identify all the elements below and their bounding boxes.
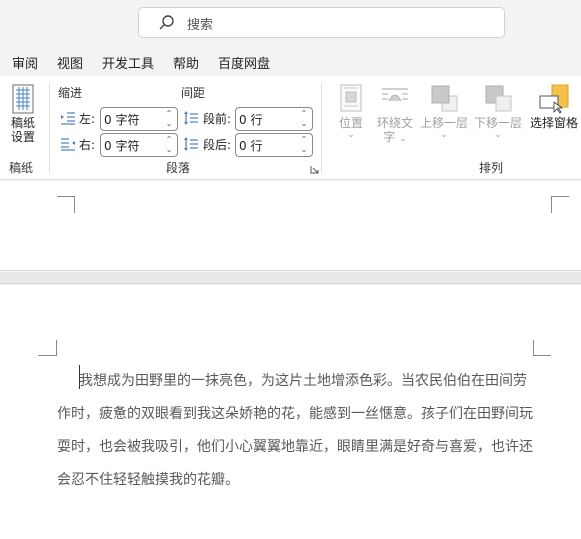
menu-view[interactable]: 视图 — [57, 53, 83, 72]
search-box[interactable]: 搜索 — [138, 7, 505, 38]
margin-corner-mark — [38, 355, 56, 356]
menu-developer[interactable]: 开发工具 — [102, 53, 154, 72]
spacing-after-input[interactable]: 0 行 ⌃ ⌄ — [235, 133, 313, 157]
indent-header: 缩进 — [58, 86, 83, 100]
text-cursor — [79, 365, 80, 389]
indent-right-icon — [61, 138, 75, 151]
send-backward-icon — [485, 85, 512, 112]
document-page-top — [0, 181, 581, 271]
spinner-arrows-icon[interactable]: ⌃ ⌄ — [300, 109, 308, 129]
draft-paper-icon — [12, 84, 34, 114]
draft-settings-label: 稿纸 设置 — [10, 116, 35, 144]
wrap-text-label-2: 字 ⌄ — [383, 130, 407, 144]
spacing-before-label: 段前: — [203, 112, 232, 126]
menu-baidu-netdisk[interactable]: 百度网盘 — [218, 53, 270, 72]
position-label: 位置 — [338, 116, 363, 130]
wrap-text-button[interactable]: 环绕文 字 ⌄ — [374, 84, 416, 146]
dialog-launcher-icon[interactable] — [310, 165, 319, 174]
spinner-arrows-icon[interactable]: ⌃ ⌄ — [165, 135, 173, 155]
wrap-text-label-1: 环绕文 — [376, 116, 413, 130]
arrange-group-label: 排列 — [479, 161, 504, 175]
position-icon — [340, 84, 362, 112]
selection-pane-icon — [539, 84, 569, 114]
spacing-after-value: 0 行 — [239, 139, 263, 153]
chevron-down-icon: ⌄ — [440, 130, 448, 140]
margin-corner-mark — [533, 340, 534, 356]
menu-help[interactable]: 帮助 — [173, 53, 199, 72]
indent-right-row: 右: 0 字符 ⌃ ⌄ — [61, 133, 181, 157]
indent-left-icon — [61, 112, 75, 125]
spacing-after-row: 段后: 0 行 ⌃ ⌄ — [184, 133, 316, 157]
spacing-after-icon — [184, 137, 198, 151]
chevron-down-icon: ⌄ — [494, 130, 502, 140]
indent-left-input[interactable]: 0 字符 ⌃ ⌄ — [100, 107, 178, 131]
paragraph-group-label: 段落 — [166, 161, 191, 175]
spacing-before-icon — [184, 111, 198, 125]
spinner-arrows-icon[interactable]: ⌃ ⌄ — [300, 135, 308, 155]
indent-right-input[interactable]: 0 字符 ⌃ ⌄ — [100, 133, 178, 157]
menu-bar: 审阅 视图 开发工具 帮助 百度网盘 — [0, 48, 581, 76]
indent-left-label: 左: — [79, 112, 96, 126]
document-page[interactable]: 我想成为田野里的一抹亮色，为这片土地增添色彩。当农民伯伯在田间劳作时，疲惫的双眼… — [0, 285, 581, 539]
margin-corner-mark — [74, 196, 75, 213]
page-gap — [0, 272, 581, 284]
send-backward-button[interactable]: 下移一层 ⌄ — [473, 84, 523, 140]
draft-settings-button[interactable]: 稿纸 设置 — [4, 84, 42, 152]
bring-forward-button[interactable]: 上移一层 ⌄ — [419, 84, 469, 140]
send-backward-label: 下移一层 — [473, 116, 522, 130]
selection-pane-label: 选择窗格 — [529, 116, 578, 130]
wrap-text-icon — [382, 88, 408, 102]
spinner-arrows-icon[interactable]: ⌃ ⌄ — [165, 109, 173, 129]
indent-right-label: 右: — [79, 138, 96, 152]
indent-left-row: 左: 0 字符 ⌃ ⌄ — [61, 107, 181, 131]
spacing-after-label: 段后: — [203, 138, 232, 152]
ribbon: 稿纸 设置 稿纸 缩进 间距 左: 0 字符 ⌃⌄ 右: 0 字符 ⌃⌄ 段 — [0, 76, 581, 180]
selection-pane-button[interactable]: 选择窗格 — [528, 84, 580, 130]
margin-corner-mark — [533, 355, 551, 356]
position-button[interactable]: 位置 ⌄ — [334, 84, 368, 140]
title-bar: 搜索 — [0, 0, 581, 48]
margin-corner-mark — [551, 196, 552, 213]
margin-corner-mark — [56, 340, 57, 356]
margin-corner-mark — [551, 196, 569, 214]
bring-forward-label: 上移一层 — [419, 116, 468, 130]
indent-right-value: 0 字符 — [104, 139, 140, 153]
spacing-before-value: 0 行 — [239, 113, 263, 127]
menu-review[interactable]: 审阅 — [12, 53, 38, 72]
chevron-down-icon: ⌄ — [347, 130, 355, 140]
spacing-before-input[interactable]: 0 行 ⌃ ⌄ — [235, 107, 313, 131]
search-placeholder: 搜索 — [187, 18, 214, 33]
body-paragraph[interactable]: 我想成为田野里的一抹亮色，为这片土地增添色彩。当农民伯伯在田间劳作时，疲惫的双眼… — [57, 365, 535, 497]
bring-forward-icon — [431, 85, 458, 112]
group-separator — [49, 82, 50, 174]
spacing-before-row: 段前: 0 行 ⌃ ⌄ — [184, 107, 316, 131]
spacing-header: 间距 — [181, 86, 206, 100]
indent-left-value: 0 字符 — [104, 113, 140, 127]
search-icon — [159, 15, 174, 30]
margin-corner-mark — [57, 196, 75, 214]
group-separator — [321, 82, 322, 174]
draft-group-label: 稿纸 — [9, 161, 34, 175]
